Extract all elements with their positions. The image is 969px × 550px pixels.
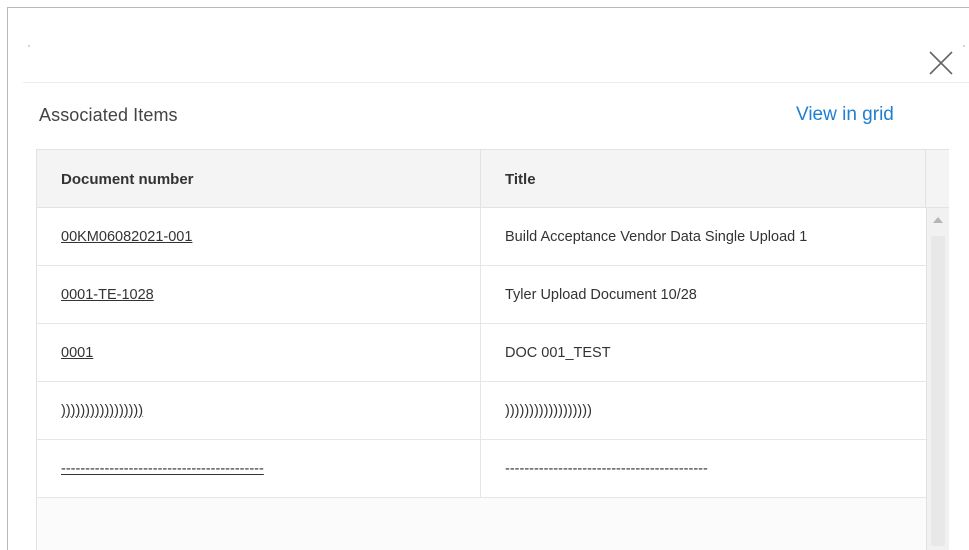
decorative-dot — [28, 45, 30, 47]
title-cell: ----------------------------------------… — [505, 460, 708, 477]
title-cell: Tyler Upload Document 10/28 — [505, 286, 697, 303]
document-number-cell: 0001 — [37, 324, 481, 381]
title-cell: )))))))))))))))))) — [505, 402, 592, 419]
scrollbar-thumb[interactable] — [931, 236, 945, 546]
column-header-spacer — [926, 150, 949, 208]
document-number-cell: ----------------------------------------… — [37, 440, 481, 497]
document-number-link[interactable]: 0001-TE-1028 — [61, 287, 154, 303]
decorative-dot — [963, 45, 965, 47]
table-row[interactable]: ))))))))))))))))) )))))))))))))))))) — [37, 382, 926, 440]
document-number-link[interactable]: 00KM06082021-001 — [61, 229, 192, 245]
document-number-cell: 00KM06082021-001 — [37, 208, 481, 265]
section-title: Associated Items — [39, 105, 178, 125]
close-icon — [929, 51, 953, 75]
document-number-cell: ))))))))))))))))) — [37, 382, 481, 439]
table-row[interactable]: 00KM06082021-001 Build Acceptance Vendor… — [37, 208, 926, 266]
table-header: Document number Title — [37, 150, 949, 208]
document-number-link[interactable]: ----------------------------------------… — [61, 461, 264, 477]
title-cell: DOC 001_TEST — [505, 344, 611, 361]
view-in-grid-link[interactable]: View in grid — [796, 104, 894, 126]
table-row[interactable]: 0001 DOC 001_TEST — [37, 324, 926, 382]
column-header-title[interactable]: Title — [481, 150, 926, 208]
vertical-scrollbar[interactable] — [926, 208, 949, 550]
document-number-link[interactable]: 0001 — [61, 345, 93, 361]
table-body: 00KM06082021-001 Build Acceptance Vendor… — [37, 208, 926, 498]
close-button[interactable] — [924, 46, 958, 80]
header-divider — [23, 82, 969, 83]
table-row[interactable]: ----------------------------------------… — [37, 440, 926, 498]
scroll-up-arrow-icon[interactable] — [933, 217, 943, 223]
column-header-document-number[interactable]: Document number — [37, 150, 481, 208]
document-number-cell: 0001-TE-1028 — [37, 266, 481, 323]
title-cell: Build Acceptance Vendor Data Single Uplo… — [505, 228, 808, 245]
associated-items-dialog: Associated Items View in grid Document n… — [7, 7, 969, 550]
document-number-link[interactable]: ))))))))))))))))) — [61, 403, 143, 419]
associated-items-table: Document number Title 00KM06082021-001 B… — [36, 149, 949, 550]
table-row[interactable]: 0001-TE-1028 Tyler Upload Document 10/28 — [37, 266, 926, 324]
